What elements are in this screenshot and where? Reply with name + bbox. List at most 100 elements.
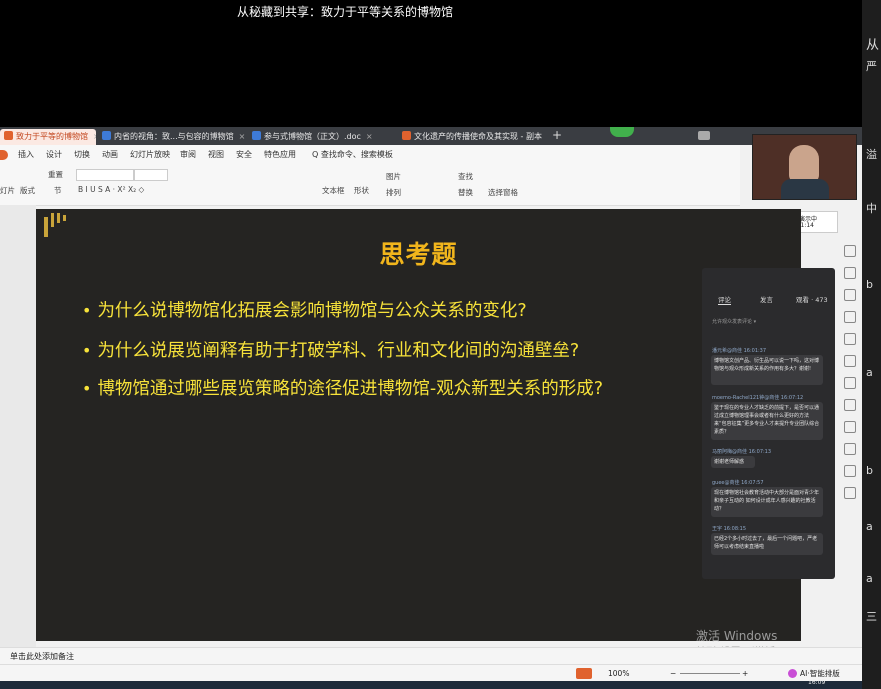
font-format-buttons[interactable]: B I U S A · X² X₂ ◇	[78, 185, 144, 194]
comment-bubble: 鉴于现在的专业人才缺乏的前提下，是否可以通过成立博物馆理事会或者有什么更好的方法…	[711, 402, 823, 440]
tool-icon[interactable]	[844, 267, 856, 279]
zoom-slider[interactable]	[680, 673, 740, 674]
menu-featured-apps[interactable]: 特色应用	[264, 145, 296, 165]
menu-security[interactable]: 安全	[236, 145, 252, 165]
doc-icon	[252, 131, 261, 140]
replace-button[interactable]: 替换	[458, 187, 473, 198]
menu-bar: 插入 设计 切换 动画 幻灯片放映 审阅 视图 安全 特色应用 Q 查找命令、搜…	[0, 145, 740, 165]
tab-inner-view[interactable]: 内省的视角：致...与包容的博物馆 ×	[98, 129, 246, 145]
chat-tabs: 评论 发言 观看 · 473	[702, 294, 835, 308]
ai-icon	[788, 669, 797, 678]
tab-speakers[interactable]: 发言	[760, 294, 773, 304]
menu-design[interactable]: 设计	[46, 145, 62, 165]
taskbar-clock: 16:09	[808, 679, 826, 686]
slide-canvas: 思考题 • 为什么说博物馆化拓展会影响博物馆与公众关系的变化? • 为什么说展览阐释…	[36, 209, 801, 641]
section-button[interactable]: 节	[54, 185, 62, 196]
presenter-body	[781, 179, 829, 199]
tab-equal-museum[interactable]: 致力于平等的博物馆×	[0, 129, 96, 145]
menu-slideshow[interactable]: 幻灯片放映	[130, 145, 170, 165]
comment-meta: 王宇 16:08:15	[712, 526, 747, 532]
comment-bubble: 谢谢老师解惑	[711, 456, 755, 468]
strip-char: 从	[866, 38, 880, 53]
tool-icon[interactable]	[844, 465, 856, 477]
menu-logo-icon	[0, 150, 8, 160]
strip-char: b	[866, 464, 873, 477]
picture-button[interactable]: 图片	[386, 171, 401, 182]
tab-participatory-museum[interactable]: 参与式博物馆（正文）.doc ×	[248, 129, 396, 145]
comment-filter[interactable]: 允许观众发表评论 ▾	[712, 318, 756, 325]
presenter-video	[752, 134, 857, 200]
doc-icon	[102, 131, 111, 140]
menu-view[interactable]: 视图	[208, 145, 224, 165]
comment-bubble: 博物馆文创产品、衍生品可以说一下吗，这对博物馆与观众形成新关系的作用有多大？谢谢…	[711, 355, 823, 385]
strip-char: 严	[866, 60, 877, 73]
notes-placeholder: 单击此处添加备注	[10, 652, 74, 661]
presenter-face	[789, 145, 819, 183]
arrange-button[interactable]: 排列	[386, 187, 401, 198]
strip-char: b	[866, 278, 873, 291]
windows-taskbar: 16:09	[0, 679, 862, 689]
right-panel-strip[interactable]: 从 严 溢 中 b a b a a 三	[862, 0, 881, 689]
notes-bar[interactable]: 单击此处添加备注	[0, 647, 862, 665]
slide-thumbnail-pane[interactable]	[0, 205, 36, 655]
menu-animation[interactable]: 动画	[102, 145, 118, 165]
tool-icon[interactable]	[844, 377, 856, 389]
slide-bullet: • 为什么说博物馆化拓展会影响博物馆与公众关系的变化?	[82, 301, 527, 321]
tool-icon[interactable]	[844, 443, 856, 455]
window-count-icon[interactable]	[698, 131, 710, 140]
tool-icon[interactable]	[844, 487, 856, 499]
tool-icon[interactable]	[844, 399, 856, 411]
network-indicator	[610, 127, 634, 137]
strip-char: 三	[866, 610, 877, 623]
comment-meta: moemo-Rachel121钟@商佳 16:07:12	[712, 395, 804, 401]
command-search[interactable]: Q 查找命令、搜索模板	[312, 145, 393, 165]
slide-button[interactable]: 灯片	[0, 185, 15, 196]
strip-char: 中	[866, 202, 877, 215]
tab-viewers[interactable]: 观看 · 473	[796, 294, 828, 304]
tool-icon[interactable]	[844, 289, 856, 301]
tool-icon[interactable]	[844, 355, 856, 367]
tab-comments[interactable]: 评论	[718, 294, 731, 305]
close-icon[interactable]: ×	[366, 132, 373, 141]
strip-char: a	[866, 366, 873, 379]
windows-activation-title: 激活 Windows	[696, 629, 778, 643]
comment-meta: guee@商佳 16:07:57	[712, 480, 764, 486]
selection-pane-button[interactable]: 选择窗格	[488, 187, 518, 198]
comment-bubble: 已经2个多小时过去了，最后一个问题吧，严老师可以考虑结束直播啦	[711, 533, 823, 555]
strip-char: a	[866, 520, 873, 533]
layout-button[interactable]: 版式	[20, 185, 35, 196]
meeting-title: 从秘藏到共享：致力于平等关系的博物馆	[236, 5, 453, 19]
slide-bullet: • 为什么说展览阐释有助于打破学科、行业和文化间的沟通壁垒?	[82, 341, 580, 361]
font-name-select[interactable]	[76, 169, 134, 181]
tool-icon[interactable]	[844, 333, 856, 345]
menu-review[interactable]: 审阅	[180, 145, 196, 165]
ribbon-toolbar: 灯片 重置 版式 节 B I U S A · X² X₂ ◇ 文本框 形状 图片…	[0, 165, 740, 206]
slide-title: 思考题	[379, 240, 458, 269]
close-icon[interactable]: ×	[239, 132, 246, 141]
live-comment-panel[interactable]: 评论 发言 观看 · 473 允许观众发表评论 ▾ 潘元希@商佳 16:01:3…	[702, 268, 835, 579]
tool-icon[interactable]	[844, 311, 856, 323]
textbox-button[interactable]: 文本框	[322, 185, 345, 196]
reset-button[interactable]: 重置	[48, 169, 63, 180]
document-tab-bar: 致力于平等的博物馆× 内省的视角：致...与包容的博物馆× 参与式博物馆（正文）…	[0, 127, 862, 145]
menu-transition[interactable]: 切换	[74, 145, 90, 165]
slide-decoration-icon	[44, 213, 66, 237]
slide-bullet: • 博物馆通过哪些展览策略的途径促进博物馆-观众新型关系的形成?	[82, 379, 604, 399]
tool-icon[interactable]	[844, 245, 856, 257]
find-button[interactable]: 查找	[458, 171, 473, 182]
close-icon[interactable]: ×	[93, 132, 96, 141]
zoom-level[interactable]: 100%	[608, 665, 629, 682]
zoom-out-button[interactable]: −	[670, 665, 676, 682]
screen-share-window: 致力于平等的博物馆× 内省的视角：致...与包容的博物馆× 参与式博物馆（正文）…	[0, 127, 862, 689]
play-slideshow-button[interactable]	[576, 668, 592, 679]
shape-button[interactable]: 形状	[354, 185, 369, 196]
zoom-in-button[interactable]: +	[742, 665, 748, 682]
menu-insert[interactable]: 插入	[18, 145, 34, 165]
tab-heritage-mission[interactable]: 文化遗产的传播使命及其实现 - 副本	[398, 129, 552, 145]
side-toolbar	[840, 245, 860, 545]
font-size-select[interactable]	[134, 169, 168, 181]
tool-icon[interactable]	[844, 421, 856, 433]
new-tab-button[interactable]: +	[552, 128, 562, 142]
strip-char: 溢	[866, 148, 877, 161]
comment-meta: 马丽阿梅@商佳 16:07:13	[712, 449, 772, 455]
